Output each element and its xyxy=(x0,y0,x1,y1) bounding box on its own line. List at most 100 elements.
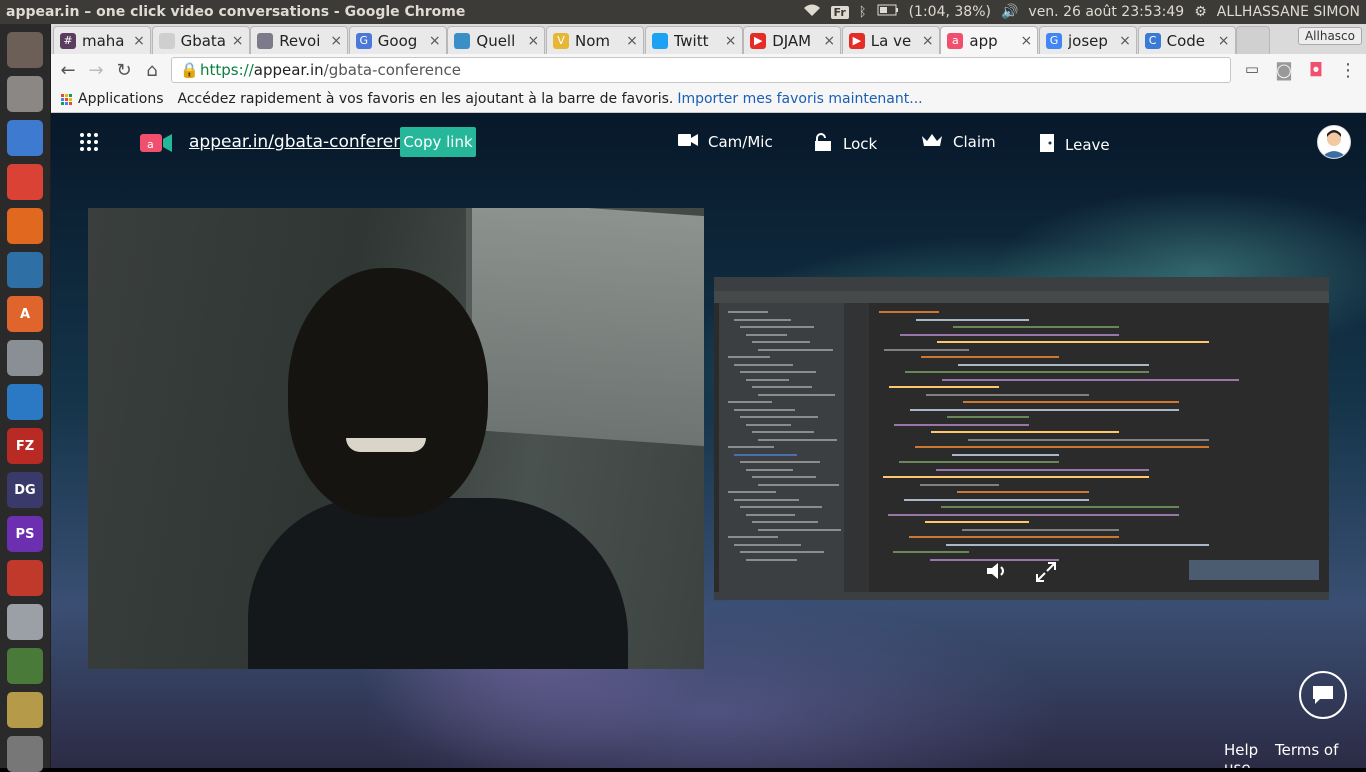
copy-link-button[interactable]: Copy link xyxy=(400,127,476,157)
browser-tab[interactable]: Gbata × xyxy=(151,26,250,54)
browser-tab[interactable]: C Code × xyxy=(1137,26,1236,54)
import-bookmarks-link[interactable]: Importer mes favoris maintenant... xyxy=(677,91,922,107)
profile-badge[interactable]: Allhasco xyxy=(1297,27,1362,45)
close-tab-icon[interactable]: × xyxy=(625,33,639,49)
browser-tab[interactable]: Quell × xyxy=(447,26,546,54)
filezilla-icon[interactable]: FZ xyxy=(7,428,43,464)
project-tree-item xyxy=(734,363,793,366)
local-video-feed[interactable] xyxy=(88,208,704,669)
menu-icon[interactable]: ⋮ xyxy=(1337,60,1359,81)
claim-room-button[interactable]: Claim xyxy=(921,133,996,151)
project-tree-item xyxy=(758,483,839,486)
browser-tab[interactable]: G Goog × xyxy=(348,26,447,54)
trash-icon[interactable] xyxy=(7,736,43,772)
forward-icon[interactable]: → xyxy=(85,60,107,81)
files-icon[interactable] xyxy=(7,76,43,112)
browser-tab[interactable]: Revoi × xyxy=(250,26,349,54)
help-link[interactable]: Help xyxy=(1224,741,1258,759)
sound-icon[interactable] xyxy=(7,692,43,728)
battery-icon[interactable] xyxy=(877,4,899,20)
close-tab-icon[interactable]: × xyxy=(822,33,836,49)
unlock-icon xyxy=(813,133,833,155)
gear-icon[interactable]: ⚙ xyxy=(1194,4,1207,20)
code-line xyxy=(909,536,1119,538)
leave-room-button[interactable]: Leave xyxy=(1039,133,1110,157)
browser-tab[interactable]: ▶ DJAM × xyxy=(743,26,842,54)
code-line xyxy=(931,431,1119,433)
code-line xyxy=(879,311,939,313)
close-tab-icon[interactable]: × xyxy=(132,33,146,49)
back-icon[interactable]: ← xyxy=(57,60,79,81)
close-tab-icon[interactable]: × xyxy=(428,33,442,49)
appear-in-room: a appear.in/gbata-conference Copy link C… xyxy=(51,113,1366,768)
lock-room-button[interactable]: Lock xyxy=(813,133,877,155)
volume-icon[interactable] xyxy=(986,561,1008,585)
appear-logo-icon[interactable]: a xyxy=(139,131,173,161)
new-tab-button[interactable] xyxy=(1236,26,1271,54)
close-tab-icon[interactable]: × xyxy=(1019,33,1033,49)
presentation-icon[interactable] xyxy=(7,560,43,596)
close-tab-icon[interactable]: × xyxy=(526,33,540,49)
person-head xyxy=(288,268,488,518)
camera-icon[interactable] xyxy=(7,604,43,640)
remote-screenshare-feed[interactable] xyxy=(714,277,1329,600)
close-tab-icon[interactable]: × xyxy=(1118,33,1132,49)
reload-icon[interactable]: ↻ xyxy=(113,60,135,81)
tab-title: Nom xyxy=(575,31,611,50)
close-tab-icon[interactable]: × xyxy=(329,33,343,49)
chat-button[interactable] xyxy=(1299,671,1347,719)
address-bar[interactable]: 🔒 https://appear.in/gbata-conference xyxy=(171,57,1231,83)
code-line xyxy=(941,506,1179,508)
chromium-icon[interactable] xyxy=(7,120,43,156)
browser-tab[interactable]: ▶ La ve × xyxy=(841,26,940,54)
room-url-link[interactable]: appear.in/gbata-conference xyxy=(189,132,424,152)
cam-mic-button[interactable]: Cam/Mic xyxy=(678,133,773,151)
fullscreen-icon[interactable] xyxy=(1035,561,1057,587)
libreoffice-writer-icon[interactable] xyxy=(7,252,43,288)
background-whiteboard xyxy=(466,208,704,447)
clock[interactable]: ven. 26 août 23:53:49 xyxy=(1028,4,1184,20)
browser-tab[interactable]: Gjosep × xyxy=(1039,26,1137,54)
user-name[interactable]: ALLHASSANE SIMON xyxy=(1217,4,1360,20)
tab-favicon-icon xyxy=(257,32,274,49)
cast-icon[interactable]: ▭ xyxy=(1241,60,1263,78)
grid-menu-icon[interactable] xyxy=(80,133,98,151)
close-tab-icon[interactable]: × xyxy=(231,33,245,49)
firefox-icon[interactable] xyxy=(7,208,43,244)
appear-extension-icon[interactable]: ◘ xyxy=(1305,60,1327,81)
bookmarks-bar: Applications Accédez rapidement à vos fa… xyxy=(51,86,1366,113)
person-shoulders xyxy=(248,498,628,669)
browser-tab[interactable]: V Nom × xyxy=(546,26,644,54)
pen-icon[interactable] xyxy=(7,648,43,684)
room-header: a appear.in/gbata-conference Copy link C… xyxy=(51,113,1366,171)
apps-grid-icon[interactable] xyxy=(61,93,72,105)
system-settings-icon[interactable] xyxy=(7,340,43,376)
user-avatar[interactable] xyxy=(1317,125,1351,159)
room-footer: Help Terms of use xyxy=(1224,741,1366,768)
volume-icon[interactable]: 🔊 xyxy=(1001,4,1018,20)
project-tree-item xyxy=(746,423,791,426)
home-icon[interactable]: ⌂ xyxy=(141,60,163,81)
vscode-icon[interactable] xyxy=(7,384,43,420)
code-line xyxy=(963,401,1179,403)
close-tab-icon[interactable]: × xyxy=(724,33,738,49)
project-tree-item xyxy=(752,386,812,388)
browser-tab[interactable]: a app × xyxy=(940,26,1039,54)
datagrip-icon[interactable]: DG xyxy=(7,472,43,508)
url-scheme: https:// xyxy=(200,61,254,79)
browser-tab[interactable]: # maha × xyxy=(53,26,151,54)
software-center-icon[interactable]: A xyxy=(7,296,43,332)
browser-tab[interactable]: Twitt × xyxy=(644,26,743,54)
close-tab-icon[interactable]: × xyxy=(921,33,935,49)
project-tree-item xyxy=(752,341,810,343)
extension-icon[interactable]: ◙ xyxy=(1273,60,1295,81)
close-tab-icon[interactable]: × xyxy=(1217,33,1231,49)
bookmark-applications[interactable]: Applications xyxy=(78,91,164,107)
chrome-icon[interactable] xyxy=(7,164,43,200)
phpstorm-icon[interactable]: PS xyxy=(7,516,43,552)
ubuntu-dash-icon[interactable] xyxy=(7,32,43,68)
keyboard-layout-indicator[interactable]: Fr xyxy=(830,5,849,19)
bluetooth-icon[interactable]: ᛒ xyxy=(859,5,867,20)
wifi-icon[interactable] xyxy=(803,3,821,21)
tab-title: La ve xyxy=(870,31,912,50)
